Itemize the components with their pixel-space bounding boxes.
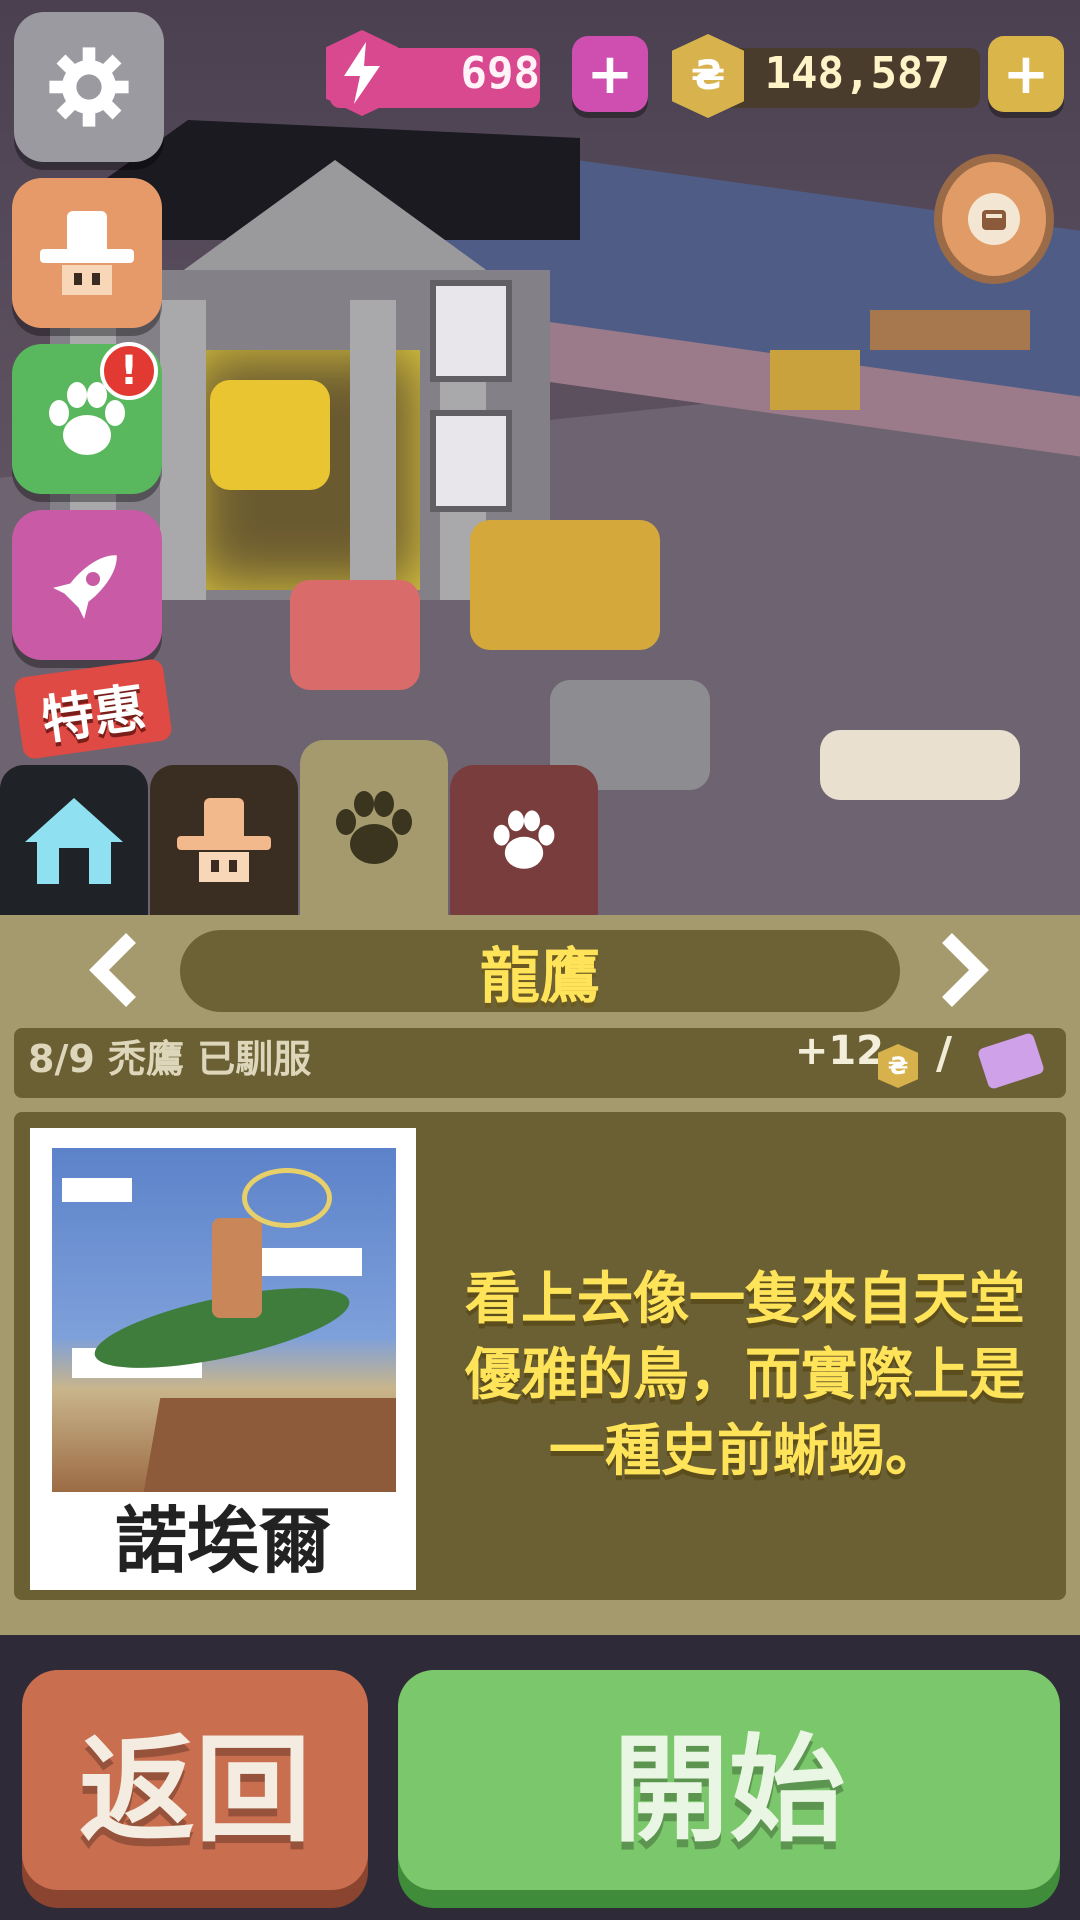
- add-energy-button[interactable]: +: [572, 36, 648, 112]
- tab-pets[interactable]: [450, 765, 598, 915]
- animal-name: 諾埃爾: [114, 1499, 331, 1583]
- creature: [820, 730, 1020, 800]
- energy-value: 698: [460, 48, 540, 99]
- tab-home[interactable]: [0, 765, 148, 915]
- start-button-label: 開始: [613, 1723, 845, 1858]
- dragon-hawk-creature: [470, 520, 660, 650]
- description-line: 優雅的鳥，而實際上是: [465, 1343, 1025, 1408]
- back-button[interactable]: 返回: [22, 1670, 368, 1890]
- alert-badge: !: [100, 342, 158, 400]
- lightning-icon: [326, 30, 398, 116]
- rider-button[interactable]: [12, 178, 162, 328]
- animal-title-bar: 龍鷹: [180, 930, 900, 1012]
- map-pin-icon: [968, 193, 1020, 245]
- scene-post: [870, 310, 1030, 350]
- animal-photo: [52, 1148, 396, 1492]
- coin-value: 148,587: [764, 48, 950, 99]
- paw-icon: [336, 790, 412, 864]
- animal-description: 看上去像一隻來自天堂 優雅的鳥，而實際上是 一種史前蜥蜴。: [440, 1262, 1050, 1490]
- add-coins-button[interactable]: +: [988, 36, 1064, 112]
- rocket-icon: [53, 555, 117, 619]
- chevron-left-icon: [89, 933, 136, 1007]
- coin-icon: ₴: [672, 34, 744, 118]
- paw-icon: [493, 810, 555, 869]
- coin-icon: ₴: [878, 1044, 918, 1088]
- animal-title: 龍鷹: [480, 941, 600, 1012]
- chevron-right-icon: [942, 933, 989, 1007]
- creature: [290, 580, 420, 690]
- gear-icon: [49, 47, 129, 127]
- cowboy-hat-icon: [177, 798, 271, 882]
- reward-amount: +12: [794, 1028, 884, 1074]
- description-line: 一種史前蜥蜴。: [549, 1419, 941, 1484]
- boost-button[interactable]: [12, 510, 162, 660]
- previous-animal-button[interactable]: [70, 920, 160, 1020]
- back-button-label: 返回: [79, 1723, 311, 1858]
- map-button[interactable]: [934, 154, 1054, 284]
- start-button[interactable]: 開始: [398, 1670, 1060, 1890]
- cowboy-hat-icon: [40, 211, 134, 295]
- gold-pile: [770, 350, 860, 410]
- description-line: 看上去像一隻來自天堂: [465, 1267, 1025, 1332]
- house-icon: [25, 798, 123, 884]
- creature: [210, 380, 330, 490]
- tab-rider[interactable]: [150, 765, 298, 915]
- tab-animals[interactable]: [300, 740, 448, 915]
- reward-separator: /: [936, 1028, 953, 1079]
- tame-progress: 8/9 禿鷹 已馴服: [28, 1037, 312, 1081]
- next-animal-button[interactable]: [918, 920, 1008, 1020]
- settings-button[interactable]: [14, 12, 164, 162]
